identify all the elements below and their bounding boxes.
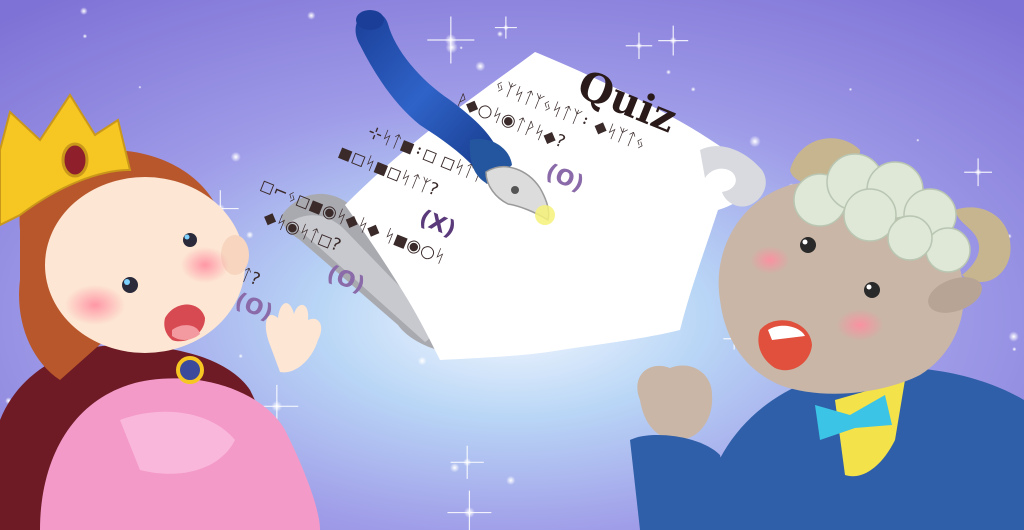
sparkle-icon: [82, 33, 88, 39]
sparkle-icon: [79, 7, 88, 15]
princess-eye-left: [122, 277, 138, 293]
sparkle-icon: [307, 11, 316, 20]
pen-cap-knob: [356, 10, 384, 30]
sparkle-icon: [848, 87, 853, 92]
princess-eye-right: [183, 233, 197, 247]
pen-nib-hole: [511, 186, 519, 194]
sparkle-icon: [459, 46, 463, 50]
sparkle-icon: [1008, 331, 1019, 342]
sparkle-icon: [475, 61, 486, 72]
princess-eye-left-shine: [124, 279, 130, 285]
princess-eye-right-shine: [184, 234, 190, 240]
sparkle-icon: [916, 138, 920, 142]
sparkle-icon: [450, 463, 460, 473]
sheep-blush-left: [750, 246, 790, 274]
sparkle-icon: [1012, 347, 1017, 352]
quiz-illustration: Quiz ᛃᛉᛋᛏᛉᛃᛋᛏᛉ᛬ ◆ᛋᛉᛏᛃ ᚹ◆○ᛋ◉ᛏᚹᛋ◆? (O) ⊹ᛋᛏ…: [0, 0, 1024, 530]
sheep-eye-right-shine: [866, 284, 872, 290]
sparkle-icon: [496, 30, 504, 38]
sparkle-icon: [230, 151, 241, 162]
sheep-eye-right: [864, 282, 880, 298]
sheep-eye-left-shine: [802, 239, 808, 245]
sheep-blush-right: [836, 309, 884, 341]
crown-gem: [61, 142, 89, 178]
princess-blush-left: [65, 285, 125, 325]
sparkle-icon: [506, 475, 516, 485]
sparkle-icon: [246, 231, 254, 239]
princess-brooch: [176, 356, 204, 384]
sparkle-icon: [749, 135, 761, 148]
princess-blush-right: [181, 247, 229, 283]
sparkle-icon: [666, 69, 671, 75]
sparkle-icon: [238, 353, 243, 359]
pen-tip-glow: [535, 205, 555, 225]
sparkle-icon: [417, 356, 427, 366]
sheep-eye-left: [800, 237, 816, 253]
sparkle-icon: [690, 86, 696, 92]
sparkle-icon: [138, 85, 142, 89]
